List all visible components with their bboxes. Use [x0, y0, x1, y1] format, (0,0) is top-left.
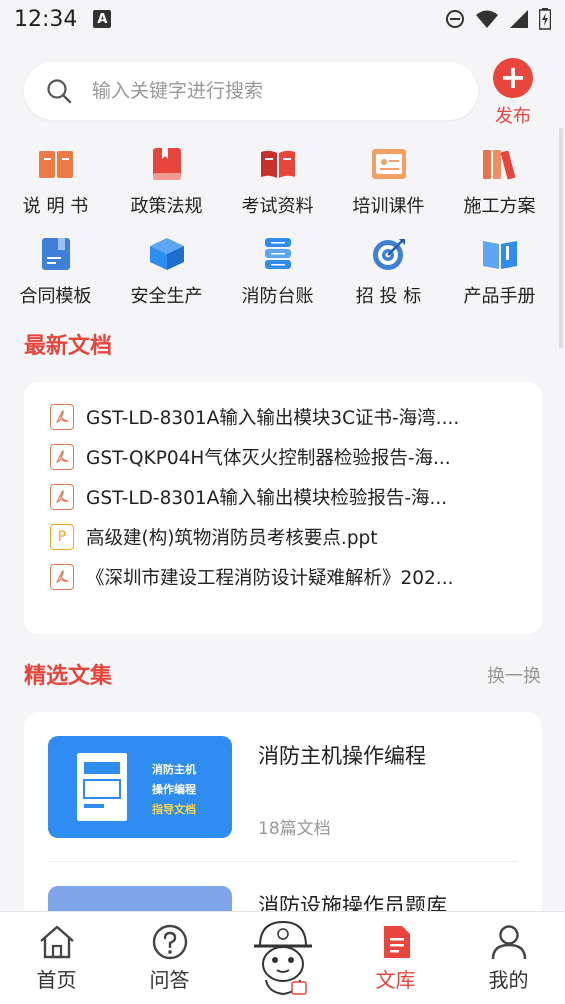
question-icon — [152, 924, 187, 960]
category-training[interactable]: 培训课件 — [333, 146, 444, 236]
category-label: 说 明 书 — [22, 196, 89, 217]
tab-home[interactable]: 首页 — [0, 912, 113, 1004]
category-manual[interactable]: 说 明 书 — [0, 146, 111, 236]
signal-icon — [510, 10, 528, 28]
category-label: 招 投 标 — [355, 286, 422, 307]
document-icon — [383, 926, 410, 958]
mascot-icon — [253, 920, 312, 996]
contract-icon — [38, 236, 74, 272]
category-label: 消防台账 — [241, 286, 314, 307]
collection-count: 18篇文档 — [258, 819, 331, 839]
battery-icon — [539, 8, 551, 30]
collection-cover: 消防主机 操作编程 指导文档 — [48, 736, 232, 838]
doc-title: 高级建(构)筑物消防员考核要点.ppt — [86, 528, 378, 549]
category-label: 考试资料 — [241, 196, 314, 217]
search-input[interactable] — [90, 79, 424, 103]
pdf-icon — [50, 444, 74, 470]
presentation-icon — [371, 146, 407, 182]
cover-line: 指导文档 — [152, 803, 196, 816]
doc-title: GST-QKP04H气体灭火控制器检验报告-海... — [86, 448, 451, 469]
open-book-icon — [260, 146, 296, 182]
target-icon — [371, 236, 407, 272]
category-bidding[interactable]: 招 投 标 — [333, 236, 444, 326]
plus-icon: + — [493, 58, 533, 98]
doc-item[interactable]: GST-QKP04H气体灭火控制器检验报告-海... — [50, 437, 542, 477]
pdf-icon — [50, 404, 74, 430]
ppt-icon: P — [50, 524, 74, 550]
doc-item[interactable]: 《深圳市建设工程消防设计疑难解析》202... — [50, 557, 542, 597]
book-icon — [38, 146, 74, 182]
status-bar: 12:34 A — [0, 0, 565, 38]
doc-item[interactable]: GST-LD-8301A输入输出模块检验报告-海... — [50, 477, 542, 517]
featured-title: 精选文集 — [24, 664, 113, 689]
tab-qa[interactable]: 问答 — [113, 912, 226, 1004]
status-time: 12:34 — [14, 6, 78, 32]
bottom-tab-bar: 首页 问答 文库 我的 — [0, 911, 565, 1004]
accessibility-badge-icon: A — [93, 10, 112, 28]
category-exam[interactable]: 考试资料 — [222, 146, 333, 236]
cover-line: 操作编程 — [152, 783, 196, 796]
doc-item[interactable]: GST-LD-8301A输入输出模块3C证书-海湾.... — [50, 397, 542, 437]
tab-label: 问答 — [149, 968, 190, 992]
category-label: 培训课件 — [352, 196, 425, 217]
user-icon — [491, 925, 526, 960]
publish-label: 发布 — [495, 106, 531, 127]
search-box[interactable] — [24, 62, 478, 120]
tab-library[interactable]: 文库 — [339, 912, 452, 1004]
tab-label: 我的 — [488, 968, 529, 992]
latest-docs-card: GST-LD-8301A输入输出模块3C证书-海湾.... GST-QKP04H… — [24, 382, 542, 634]
category-label: 产品手册 — [463, 286, 536, 307]
tab-label: 首页 — [36, 968, 77, 992]
tab-mascot[interactable] — [226, 912, 339, 1004]
pdf-icon — [50, 564, 74, 590]
scrollbar[interactable] — [559, 128, 563, 348]
tab-profile[interactable]: 我的 — [452, 912, 565, 1004]
publish-button[interactable]: + 发布 — [485, 58, 541, 128]
collection-item[interactable]: 消防主机 操作编程 指导文档 消防主机操作编程 18篇文档 — [48, 712, 518, 862]
home-icon — [39, 925, 74, 959]
category-label: 安全生产 — [130, 286, 203, 307]
featured-card: 消防主机 操作编程 指导文档 消防主机操作编程 18篇文档 消防设施操作员题库 — [24, 712, 542, 922]
stack-icon — [260, 236, 296, 272]
category-label: 政策法规 — [130, 196, 203, 217]
box-icon — [149, 236, 185, 272]
binders-icon — [482, 146, 518, 182]
doc-title: GST-LD-8301A输入输出模块3C证书-海湾.... — [86, 408, 460, 429]
category-label: 合同模板 — [19, 286, 92, 307]
search-icon — [47, 79, 72, 104]
doc-title: GST-LD-8301A输入输出模块检验报告-海... — [86, 488, 448, 509]
category-contract[interactable]: 合同模板 — [0, 236, 111, 326]
latest-docs-title: 最新文档 — [24, 334, 113, 359]
doc-item[interactable]: P 高级建(构)筑物消防员考核要点.ppt — [50, 517, 542, 557]
document-cover-icon — [77, 753, 127, 821]
search-row: + 发布 — [24, 58, 545, 127]
collection-name: 消防主机操作编程 — [258, 744, 426, 768]
category-policy[interactable]: 政策法规 — [111, 146, 222, 236]
wifi-icon — [476, 10, 498, 28]
category-ledger[interactable]: 消防台账 — [222, 236, 333, 326]
category-safety[interactable]: 安全生产 — [111, 236, 222, 326]
pdf-icon — [50, 484, 74, 510]
category-label: 施工方案 — [463, 196, 536, 217]
category-construction[interactable]: 施工方案 — [444, 146, 555, 236]
dnd-icon — [446, 10, 464, 28]
tab-label: 文库 — [375, 968, 416, 992]
category-product-manual[interactable]: 产品手册 — [444, 236, 555, 326]
cover-line: 消防主机 — [152, 763, 196, 776]
bookmark-book-icon — [149, 146, 185, 182]
doc-title: 《深圳市建设工程消防设计疑难解析》202... — [86, 568, 454, 589]
manual-icon — [482, 236, 518, 272]
refresh-button[interactable]: 换一换 — [487, 662, 541, 688]
category-grid: 说 明 书 政策法规 考试资料 培训课件 施工方案 合同模板 安全生产 消防台账… — [0, 146, 556, 326]
